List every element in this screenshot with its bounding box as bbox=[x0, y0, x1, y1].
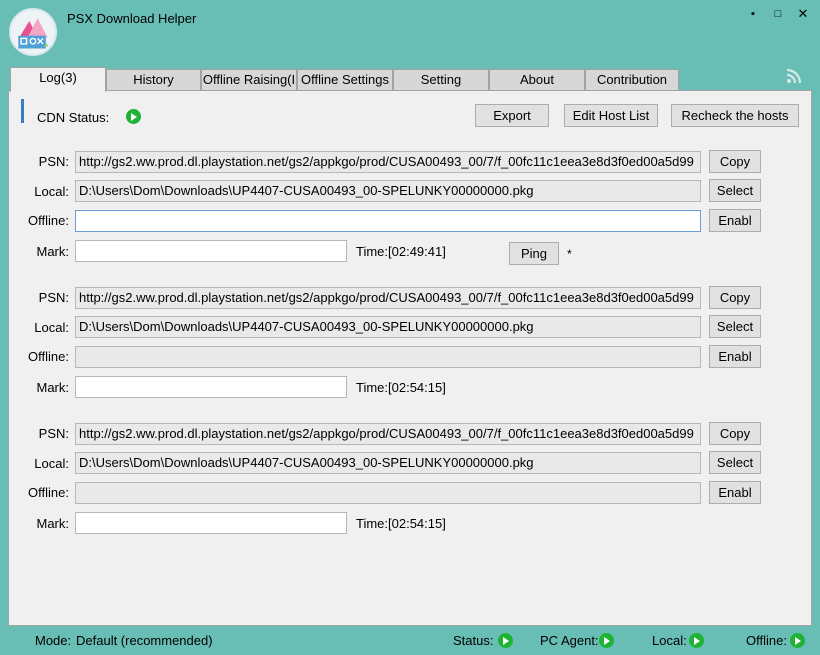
close-button[interactable]: ✕ bbox=[793, 6, 813, 22]
copy-button[interactable]: Copy bbox=[709, 286, 761, 309]
offline-field[interactable] bbox=[75, 210, 701, 232]
offline-field[interactable] bbox=[75, 482, 701, 504]
offline-status-label: Offline: bbox=[746, 633, 787, 648]
select-button[interactable]: Select bbox=[709, 179, 761, 202]
edit-host-list-button[interactable]: Edit Host List bbox=[564, 104, 658, 127]
enable-button[interactable]: Enabl bbox=[709, 209, 761, 232]
psn-url-field[interactable]: http://gs2.ww.prod.dl.playstation.net/gs… bbox=[75, 423, 701, 445]
mark-label: Mark: bbox=[36, 516, 70, 531]
mark-field[interactable] bbox=[75, 512, 347, 534]
psn-url-field[interactable]: http://gs2.ww.prod.dl.playstation.net/gs… bbox=[75, 151, 701, 173]
ping-marker: * bbox=[567, 247, 572, 261]
local-label: Local: bbox=[34, 456, 69, 471]
local-path-field[interactable]: D:\Users\Dom\Downloads\UP4407-CUSA00493_… bbox=[75, 316, 701, 338]
section-accent bbox=[21, 99, 24, 123]
mark-field[interactable] bbox=[75, 240, 347, 262]
enable-button[interactable]: Enabl bbox=[709, 345, 761, 368]
cdn-status-label: CDN Status: bbox=[37, 110, 110, 125]
app-logo bbox=[9, 8, 57, 56]
cdn-status-icon[interactable] bbox=[126, 109, 141, 124]
recheck-hosts-button[interactable]: Recheck the hosts bbox=[671, 104, 799, 127]
local-status-label: Local: bbox=[652, 633, 687, 648]
tab-offline-raising[interactable]: Offline Raising(I bbox=[201, 69, 297, 90]
select-button[interactable]: Select bbox=[709, 451, 761, 474]
ping-button[interactable]: Ping bbox=[509, 242, 559, 265]
psn-label: PSN: bbox=[38, 154, 69, 169]
offline-label: Offline: bbox=[28, 349, 69, 364]
mark-label: Mark: bbox=[36, 244, 70, 259]
status-bar: Mode: Default (recommended) Status: PC A… bbox=[0, 630, 820, 652]
enable-button[interactable]: Enabl bbox=[709, 481, 761, 504]
offline-label: Offline: bbox=[28, 485, 69, 500]
mode-value: Default (recommended) bbox=[76, 633, 213, 648]
minimize-button[interactable]: ▪ bbox=[743, 6, 763, 22]
psn-url-field[interactable]: http://gs2.ww.prod.dl.playstation.net/gs… bbox=[75, 287, 701, 309]
entry-time: Time:[02:54:15] bbox=[356, 380, 446, 395]
copy-button[interactable]: Copy bbox=[709, 150, 761, 173]
tab-history[interactable]: History bbox=[106, 69, 201, 90]
tab-offline-settings[interactable]: Offline Settings bbox=[297, 69, 393, 90]
log-panel: CDN Status: Export Edit Host List Rechec… bbox=[8, 90, 812, 626]
pc-agent-label: PC Agent: bbox=[540, 633, 599, 648]
title-bar: PSX Download Helper ▪ □ ✕ bbox=[0, 0, 820, 64]
mark-field[interactable] bbox=[75, 376, 347, 398]
local-label: Local: bbox=[34, 184, 69, 199]
psn-label: PSN: bbox=[38, 290, 69, 305]
export-button[interactable]: Export bbox=[475, 104, 549, 127]
app-title: PSX Download Helper bbox=[67, 11, 197, 26]
offline-field[interactable] bbox=[75, 346, 701, 368]
maximize-button[interactable]: □ bbox=[768, 6, 788, 22]
status-indicator-icon[interactable] bbox=[498, 633, 513, 648]
status-label: Status: bbox=[453, 633, 494, 648]
entry-time: Time:[02:49:41] bbox=[356, 244, 446, 259]
local-path-field[interactable]: D:\Users\Dom\Downloads\UP4407-CUSA00493_… bbox=[75, 180, 701, 202]
psn-label: PSN: bbox=[38, 426, 69, 441]
tab-contribution[interactable]: Contribution bbox=[585, 69, 679, 90]
offline-label: Offline: bbox=[28, 213, 69, 228]
mark-label: Mark: bbox=[36, 380, 70, 395]
local-path-field[interactable]: D:\Users\Dom\Downloads\UP4407-CUSA00493_… bbox=[75, 452, 701, 474]
entry-time: Time:[02:54:15] bbox=[356, 516, 446, 531]
local-indicator-icon[interactable] bbox=[689, 633, 704, 648]
tab-setting[interactable]: Setting bbox=[393, 69, 489, 90]
rss-icon[interactable] bbox=[786, 68, 802, 84]
tab-about[interactable]: About bbox=[489, 69, 585, 90]
copy-button[interactable]: Copy bbox=[709, 422, 761, 445]
pc-agent-indicator-icon[interactable] bbox=[599, 633, 614, 648]
tab-log[interactable]: Log(3) bbox=[10, 67, 106, 92]
offline-indicator-icon[interactable] bbox=[790, 633, 805, 648]
tab-bar: Log(3) History Offline Raising(I Offline… bbox=[0, 67, 820, 92]
local-label: Local: bbox=[34, 320, 69, 335]
select-button[interactable]: Select bbox=[709, 315, 761, 338]
mode-label: Mode: bbox=[35, 633, 72, 648]
